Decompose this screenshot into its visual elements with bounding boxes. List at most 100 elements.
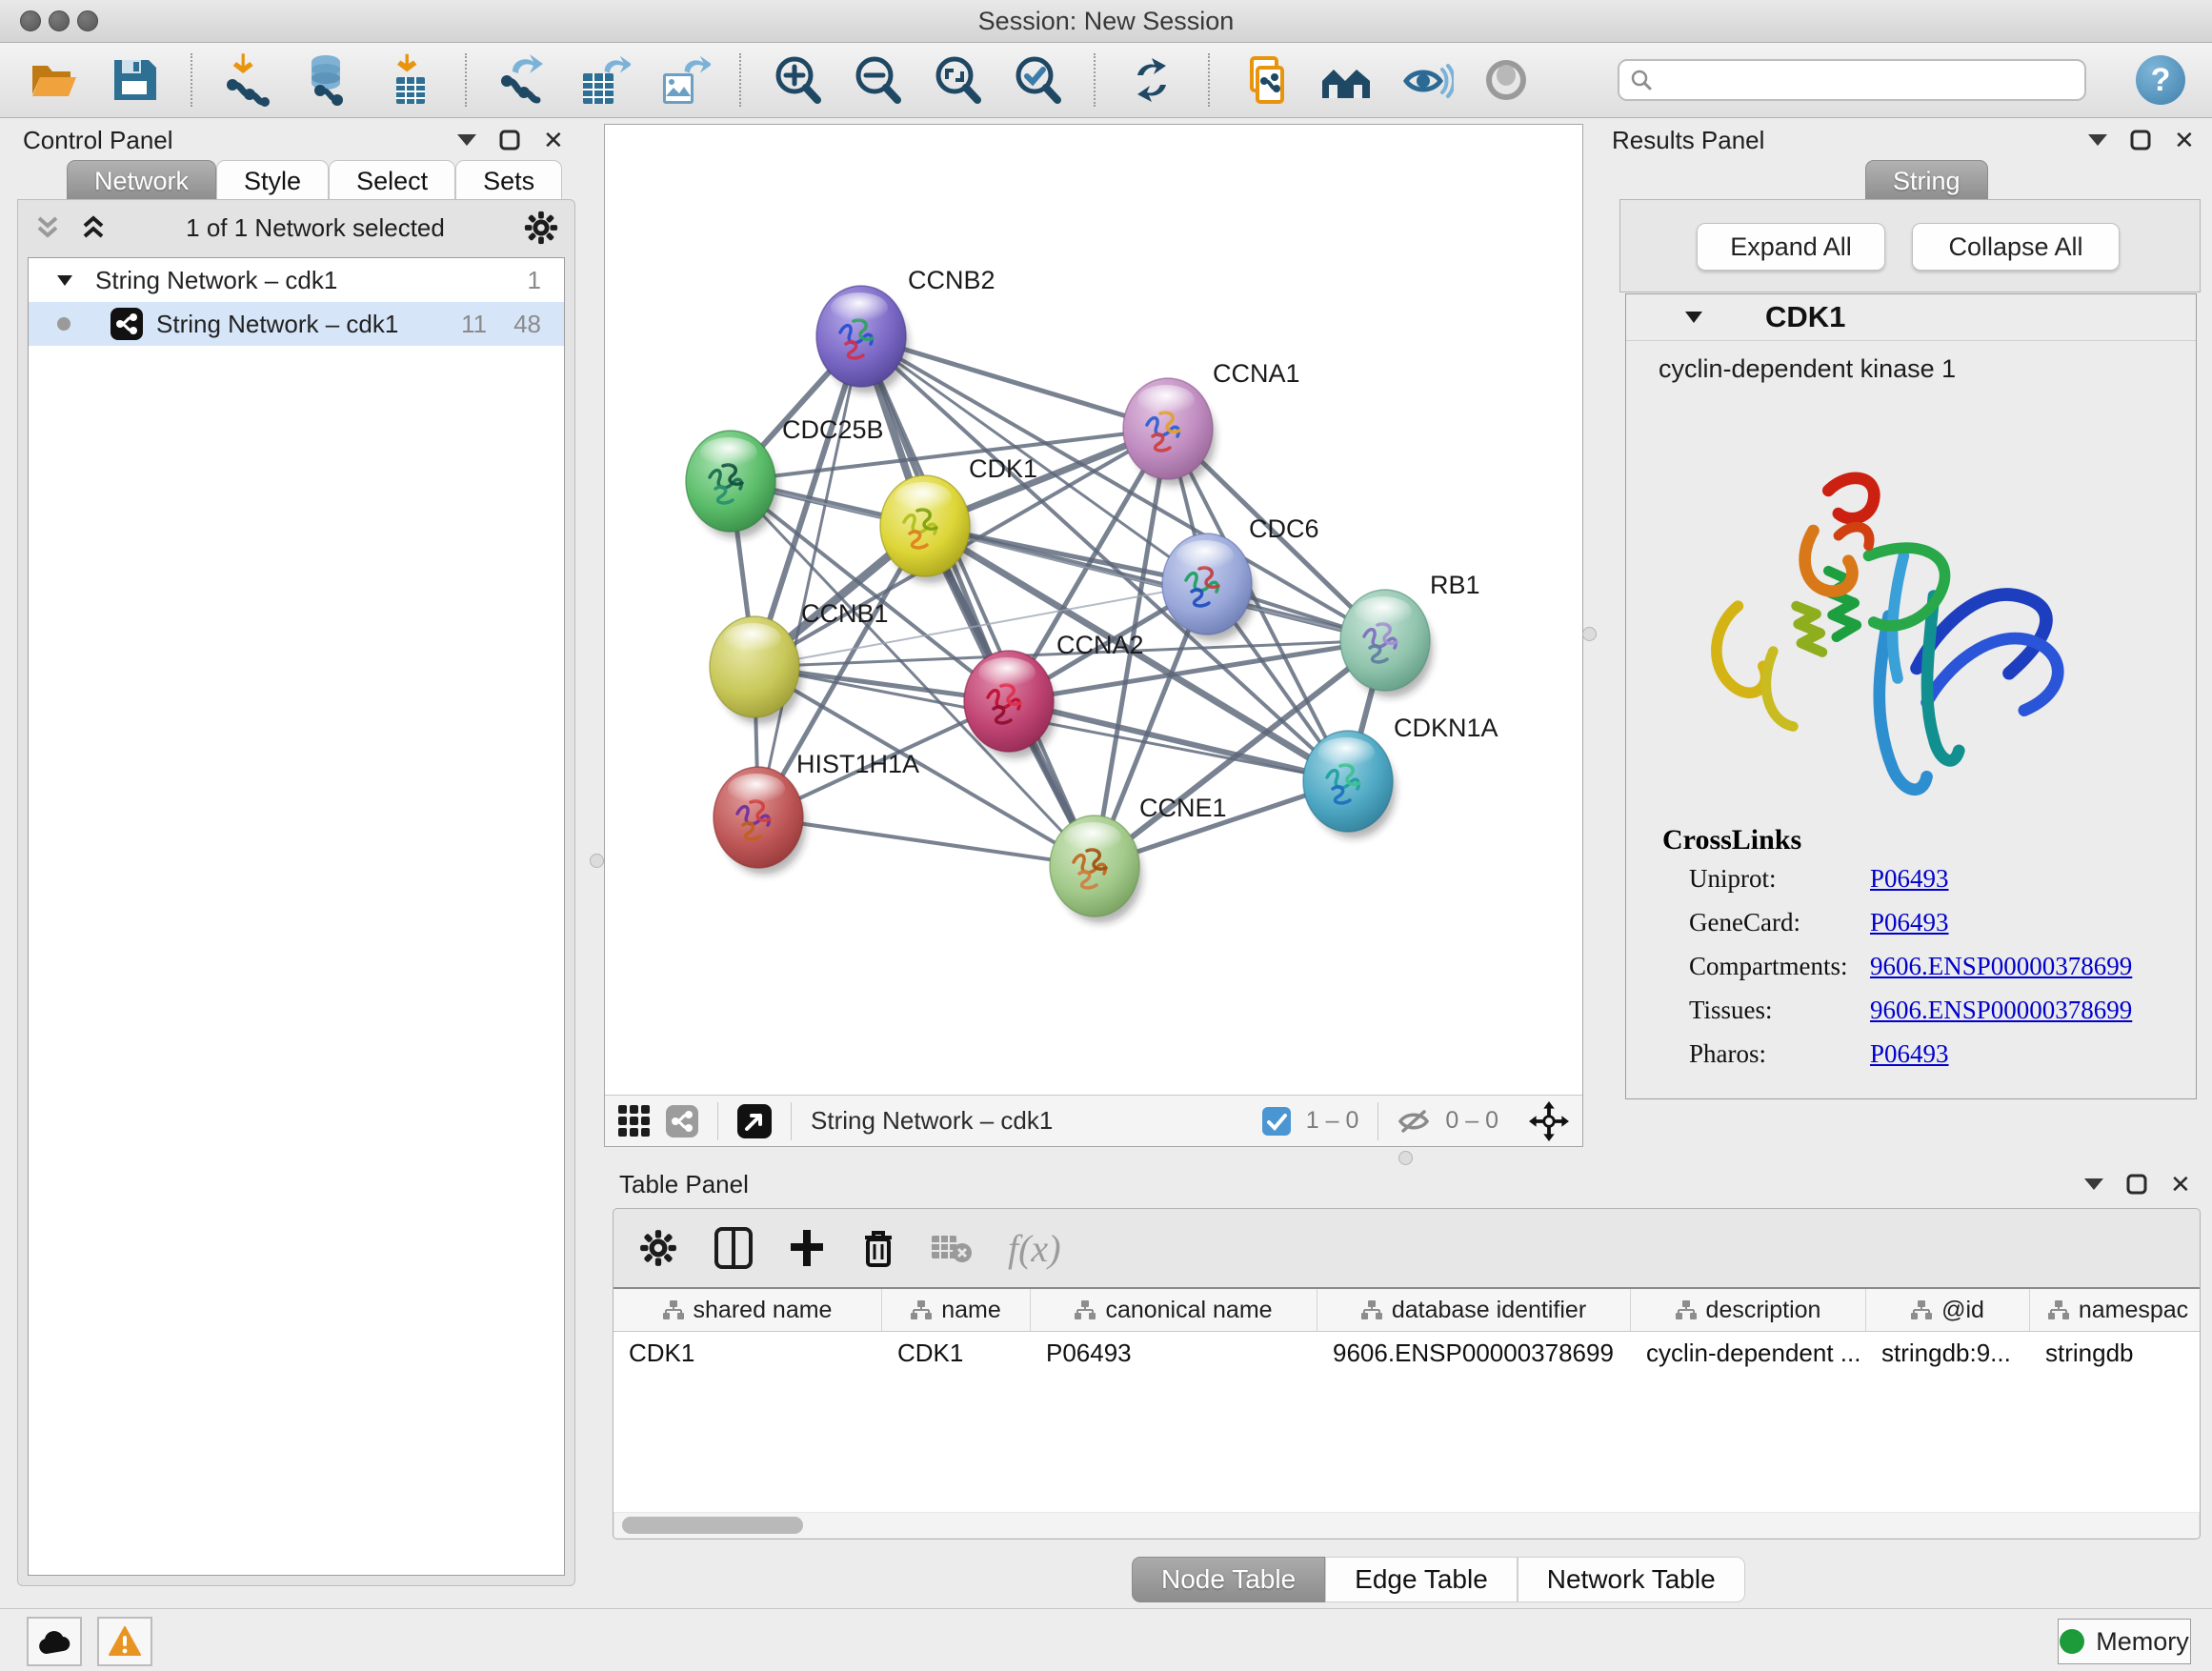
column-header-canonical-name[interactable]: canonical name [1031,1289,1317,1331]
edge-CCNB2-CCNE1[interactable] [861,336,1095,866]
open-session-icon[interactable] [27,52,82,108]
network-node-CCNE1[interactable] [1050,815,1142,923]
network-view[interactable]: CCNB2CCNA1CDC25BCDK1CDC6RB1CCNB1CCNA2CDK… [604,124,1583,1147]
table-cell[interactable]: 9606.ENSP00000378699 [1317,1332,1631,1374]
collapse-all-button[interactable]: Collapse All [1912,223,2120,271]
tab-sets[interactable]: Sets [455,160,562,201]
table-row[interactable]: CDK1CDK1P064939606.ENSP00000378699cyclin… [613,1332,2200,1374]
gene-expander-icon[interactable] [1685,312,1702,323]
collapse-all-icon[interactable] [33,215,62,240]
float-panel-icon[interactable] [499,130,520,151]
pan-crosshair-icon[interactable] [1529,1101,1569,1141]
network-view-mode-icon[interactable] [666,1105,698,1137]
collapse-panel-icon[interactable] [2084,1178,2103,1190]
export-table-icon[interactable] [575,52,631,108]
results-tab-string[interactable]: String [1865,160,1988,201]
table-options-gear-icon[interactable] [638,1228,678,1268]
column-header-namespac[interactable]: namespac [2030,1289,2200,1331]
grid-view-icon[interactable] [618,1105,651,1137]
expand-all-button[interactable]: Expand All [1697,223,1885,271]
string-eye-icon[interactable] [1398,52,1454,108]
import-network-database-icon[interactable] [301,52,356,108]
zoom-fit-icon[interactable] [930,52,985,108]
column-header-description[interactable]: description [1631,1289,1866,1331]
crosslink-link[interactable]: 9606.ENSP00000378699 [1870,996,2132,1025]
delete-column-icon[interactable] [861,1228,895,1268]
network-node-CCNB1[interactable] [710,616,802,724]
glass-sphere-icon[interactable] [1478,52,1534,108]
expand-all-icon[interactable] [79,215,108,240]
zoom-selected-icon[interactable] [1010,52,1065,108]
scrollbar-thumb[interactable] [622,1517,803,1534]
export-image-icon[interactable] [655,52,711,108]
crosslink-link[interactable]: P06493 [1870,1039,1949,1069]
save-session-icon[interactable] [107,52,162,108]
zoom-out-icon[interactable] [850,52,905,108]
selected-checkbox-icon[interactable] [1262,1107,1291,1136]
left-splitter-handle[interactable] [590,854,604,868]
import-network-file-icon[interactable] [221,52,276,108]
crosslink-link[interactable]: P06493 [1870,864,1949,894]
function-builder-icon[interactable]: f(x) [1008,1226,1061,1271]
collapse-panel-icon[interactable] [2088,134,2107,146]
edge-HIST1H1A-CCNE1[interactable] [758,817,1095,866]
cloud-status-button[interactable] [27,1617,82,1666]
export-network-icon[interactable] [495,52,551,108]
refresh-layout-icon[interactable] [1124,52,1179,108]
import-table-icon[interactable] [381,52,436,108]
network-node-CDK1[interactable] [880,475,973,583]
network-node-HIST1H1A[interactable] [714,767,806,875]
float-panel-icon[interactable] [2130,130,2151,151]
close-panel-icon[interactable]: ✕ [543,128,564,152]
network-row-selected[interactable]: String Network – cdk1 11 48 [29,302,564,346]
search-input[interactable] [1654,62,2084,98]
tab-node-table[interactable]: Node Table [1132,1557,1325,1602]
string-home-icon[interactable] [1318,52,1374,108]
clone-network-icon[interactable] [1238,52,1294,108]
float-panel-icon[interactable] [2126,1174,2147,1195]
network-collection-row[interactable]: String Network – cdk1 1 [29,258,564,302]
crosslink-link[interactable]: 9606.ENSP00000378699 [1870,952,2132,981]
tab-select[interactable]: Select [329,160,455,201]
horizontal-splitter-handle[interactable] [1398,1151,1413,1165]
column-header-database-identifier[interactable]: database identifier [1317,1289,1631,1331]
network-node-CCNB2[interactable] [816,286,909,393]
close-panel-icon[interactable]: ✕ [2170,1172,2191,1197]
network-node-RB1[interactable] [1340,590,1433,697]
crosslink-link[interactable]: P06493 [1870,908,1949,937]
tab-edge-table[interactable]: Edge Table [1325,1557,1518,1602]
help-button[interactable]: ? [2136,55,2185,105]
table-cell[interactable]: P06493 [1031,1332,1317,1374]
network-canvas[interactable]: CCNB2CCNA1CDC25BCDK1CDC6RB1CCNB1CCNA2CDK… [605,125,1582,1095]
birds-eye-view-icon[interactable] [737,1104,772,1138]
search-box[interactable] [1618,59,2086,101]
expander-icon[interactable] [57,275,72,286]
zoom-in-icon[interactable] [770,52,825,108]
table-cell[interactable]: cyclin-dependent ... [1631,1332,1866,1374]
table-cell[interactable]: CDK1 [613,1332,882,1374]
warning-status-button[interactable] [97,1617,152,1666]
add-column-icon[interactable] [789,1228,825,1268]
table-cell[interactable]: stringdb:9... [1866,1332,2030,1374]
show-columns-icon[interactable] [714,1227,753,1269]
node-gloss [724,623,781,654]
tab-network-table[interactable]: Network Table [1518,1557,1745,1602]
collapse-panel-icon[interactable] [457,134,476,146]
table-cell[interactable]: CDK1 [882,1332,1031,1374]
network-node-CCNA1[interactable] [1123,378,1216,486]
edge-CCNB2-HIST1H1A[interactable] [758,336,861,817]
right-splitter-handle[interactable] [1582,627,1597,641]
memory-button[interactable]: Memory [2058,1619,2191,1664]
column-header-name[interactable]: name [882,1289,1031,1331]
delete-table-icon[interactable] [932,1232,972,1264]
column-header--id[interactable]: @id [1866,1289,2030,1331]
column-header-shared-name[interactable]: shared name [613,1289,882,1331]
hidden-eye-icon[interactable] [1398,1107,1430,1136]
network-options-gear-icon[interactable] [523,210,559,246]
close-panel-icon[interactable]: ✕ [2174,128,2195,152]
gene-card-header[interactable]: CDK1 [1626,294,2196,341]
tab-style[interactable]: Style [216,160,329,201]
tab-network[interactable]: Network [67,160,216,201]
network-node-CDKN1A[interactable] [1303,731,1396,838]
table-cell[interactable]: stringdb [2030,1332,2200,1374]
